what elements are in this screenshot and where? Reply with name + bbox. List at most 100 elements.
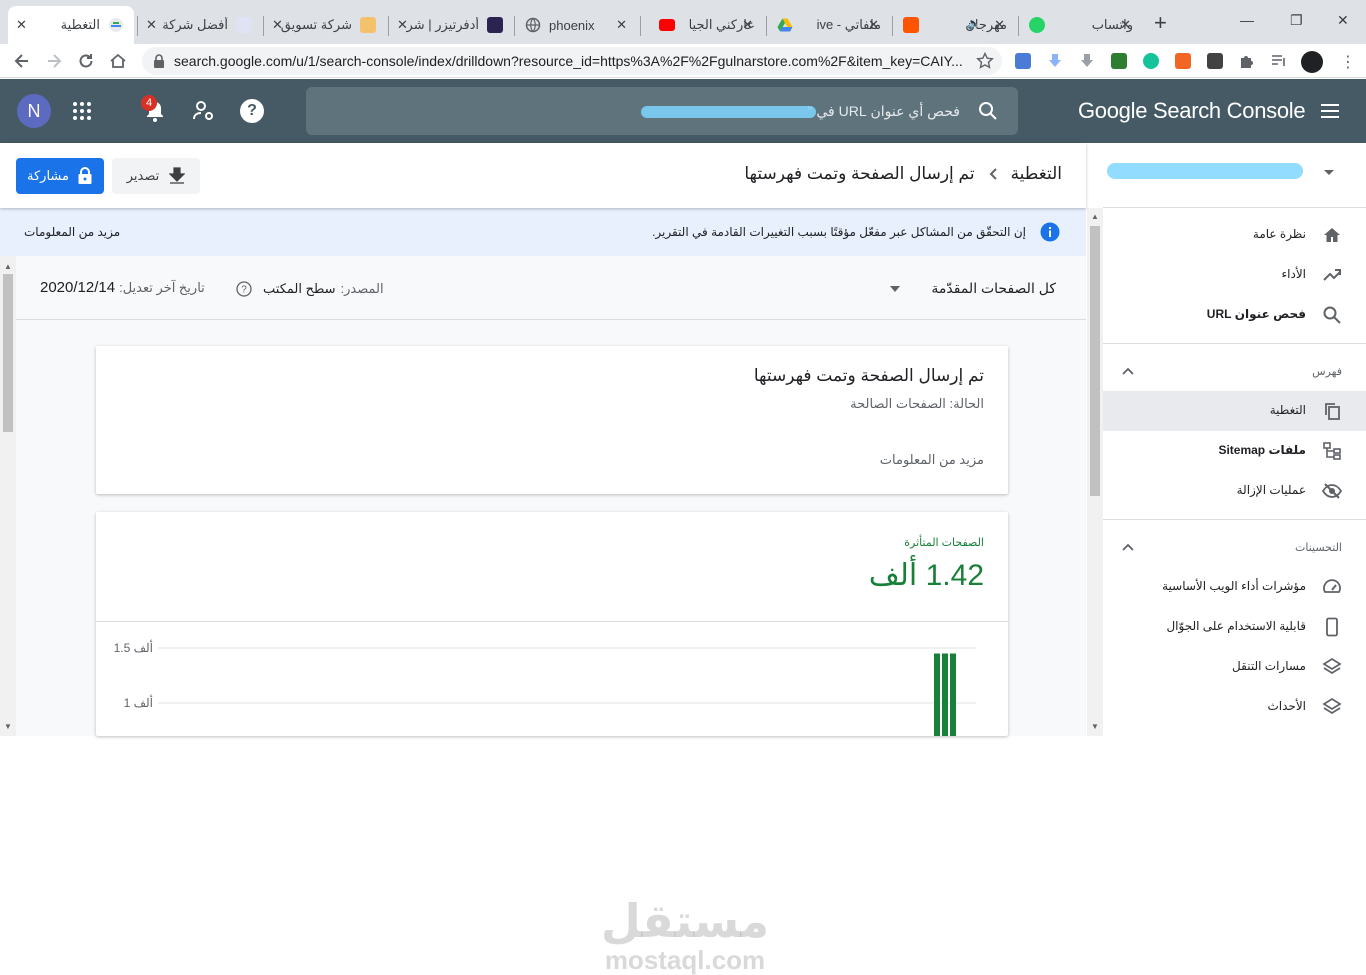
chart-bar[interactable] (942, 653, 948, 737)
help-circle-icon[interactable]: ? (236, 281, 252, 297)
nav-core-web-vitals[interactable]: مؤشرات أداء الويب الأساسية (1103, 567, 1366, 607)
tab-close-icon[interactable]: ✕ (994, 17, 1005, 33)
search-icon[interactable] (978, 101, 998, 121)
tab-3[interactable]: شركة تسويق ✕ (264, 8, 386, 42)
mail-extension-icon[interactable] (1207, 53, 1223, 69)
site-favicon-icon (360, 17, 376, 33)
tab-close-icon[interactable]: ✕ (742, 17, 753, 33)
last-update-info: تاريخ آخر تعديل: 2020/12/14 (40, 279, 205, 296)
nav-label: التغطية (1269, 403, 1306, 417)
account-avatar[interactable]: N (17, 94, 51, 128)
bookmark-star-icon[interactable] (976, 52, 994, 70)
trending-up-icon (1322, 265, 1342, 285)
affected-pages-chart: 1.5 ألف 1 ألف (114, 640, 976, 737)
speed-gauge-icon (1322, 577, 1342, 597)
nav-performance[interactable]: الأداء (1103, 255, 1366, 295)
extension-icon[interactable] (1111, 53, 1127, 69)
chrome-menu-icon[interactable]: ⋮ (1340, 52, 1356, 72)
tab-close-icon[interactable]: ✕ (868, 17, 879, 33)
browser-toolbar: search.google.com/u/1/search-console/ind… (0, 44, 1366, 78)
translate-extension-icon[interactable] (1015, 53, 1031, 69)
tab-8[interactable]: مهرجان 🔈 ✕ (893, 8, 1017, 42)
left-scrollbar[interactable]: ▲ ▼ (0, 256, 16, 736)
affected-pages-card: الصفحات المتأثرة 1.42 ألف 1.5 ألف 1 ألف (96, 512, 1008, 736)
lock-icon (77, 167, 93, 185)
new-tab-button[interactable]: + (1154, 12, 1167, 34)
url-inspection-search[interactable]: فحص أي عنوان URL في " (306, 87, 1018, 135)
address-bar[interactable]: search.google.com/u/1/search-console/ind… (142, 47, 1002, 75)
tab-title: أفضل شركة (162, 17, 228, 32)
redaction-scribble (641, 106, 816, 118)
property-selector[interactable] (1103, 143, 1366, 207)
tab-close-icon[interactable]: ✕ (397, 17, 408, 33)
nav-mobile-usability[interactable]: قابلية الاستخدام على الجوّال (1103, 607, 1366, 647)
learn-more-link[interactable]: مزيد من المعلومات (880, 452, 984, 468)
scrollbar-thumb[interactable] (1090, 226, 1100, 496)
grammarly-icon[interactable] (1143, 53, 1159, 69)
tab-7[interactable]: ملفاتي - ive ✕ (767, 8, 891, 42)
breadcrumb-root-link[interactable]: التغطية (1011, 164, 1062, 184)
content-scrollbar[interactable]: ▲ ▼ (1087, 208, 1103, 736)
forward-arrow-icon[interactable] (44, 51, 64, 71)
tab-close-icon[interactable]: ✕ (616, 17, 627, 33)
reload-icon[interactable] (76, 51, 96, 71)
share-button[interactable]: مشاركة (16, 158, 104, 194)
redaction-scribble (1107, 163, 1303, 179)
tab-2[interactable]: أفضل شركة ✕ (138, 8, 262, 42)
nav-sitemaps[interactable]: ملفات Sitemap (1103, 431, 1366, 471)
tab-close-icon[interactable]: ✕ (146, 17, 157, 33)
speaker-icon: 🔈 (967, 18, 981, 30)
help-icon[interactable]: ? (240, 99, 264, 123)
mostaql-watermark: مستقل mostaql.com (600, 896, 770, 974)
back-arrow-icon[interactable] (12, 51, 32, 71)
page-title: تم إرسال الصفحة وتمت فهرستها (744, 164, 975, 183)
tab-close-icon[interactable]: ✕ (1120, 17, 1131, 33)
pages-filter-dropdown[interactable]: كل الصفحات المقدّمة (889, 280, 1056, 297)
nav-url-inspection[interactable]: فحص عنوان URL (1103, 295, 1366, 335)
chart-bar[interactable] (934, 653, 940, 737)
restore-icon[interactable]: ❐ (1290, 12, 1303, 29)
minimize-icon[interactable]: — (1240, 12, 1254, 28)
url-text: search.google.com/u/1/search-console/ind… (174, 53, 963, 69)
divider (1103, 343, 1366, 344)
apps-grid-icon[interactable] (72, 101, 92, 121)
nav-overview[interactable]: نظرة عامة (1103, 215, 1366, 255)
tab-coverage[interactable]: التغطية ✕ (8, 6, 134, 44)
profile-avatar-icon[interactable] (1301, 51, 1323, 73)
ie-tab-icon[interactable] (1175, 53, 1191, 69)
download-extension-icon[interactable] (1079, 53, 1095, 69)
nav-breadcrumbs[interactable]: مسارات التنقل (1103, 647, 1366, 687)
tab-close-icon[interactable]: ✕ (272, 17, 283, 33)
download-extension-icon[interactable] (1047, 53, 1063, 69)
navigation-sidebar: نظرة عامة الأداء فحص عنوان URL فهرس التغ… (1103, 143, 1366, 736)
nav-coverage[interactable]: التغطية (1103, 391, 1366, 431)
nav-events[interactable]: الأحداث (1103, 687, 1366, 727)
dropdown-arrow-icon[interactable] (1323, 169, 1335, 177)
info-banner: إن التحقّق من المشاكل عبر مفعّل مؤقتًا ب… (0, 208, 1086, 256)
hamburger-menu-icon[interactable] (1320, 103, 1340, 119)
reading-list-icon[interactable] (1271, 53, 1287, 69)
tab-title: أدفرتيزر | شر (406, 17, 479, 32)
collapse-chevron-icon[interactable] (1121, 366, 1135, 376)
nav-removals[interactable]: عمليات الإزالة (1103, 471, 1366, 511)
search-console-favicon-icon (108, 17, 124, 33)
chart-bar[interactable] (950, 653, 956, 737)
learn-more-link[interactable]: مزيد من المعلومات (24, 225, 120, 239)
product-logo: Google Search Console (1078, 98, 1306, 123)
puzzle-extensions-icon[interactable] (1239, 53, 1255, 69)
manage-users-icon[interactable] (192, 99, 216, 123)
home-icon[interactable] (108, 51, 128, 71)
export-button[interactable]: تصدير (112, 158, 200, 194)
tab-4[interactable]: أدفرتيزر | شر ✕ (389, 8, 513, 42)
tab-close-icon[interactable]: ✕ (16, 17, 27, 33)
home-icon (1322, 225, 1342, 245)
collapse-chevron-icon[interactable] (1121, 542, 1135, 552)
tab-9[interactable]: واتساب ✕ (1019, 8, 1143, 42)
tab-5[interactable]: phoenix ✕ (515, 8, 639, 42)
scrollbar-thumb[interactable] (3, 274, 13, 432)
page-header: التغطية تم إرسال الصفحة وتمت فهرستها تصد… (0, 143, 1086, 208)
close-window-icon[interactable]: ✕ (1337, 12, 1349, 29)
smartphone-icon (1322, 617, 1342, 637)
tab-6[interactable]: عاركني الجيا ✕ (641, 8, 765, 42)
sitemap-icon (1322, 441, 1342, 461)
